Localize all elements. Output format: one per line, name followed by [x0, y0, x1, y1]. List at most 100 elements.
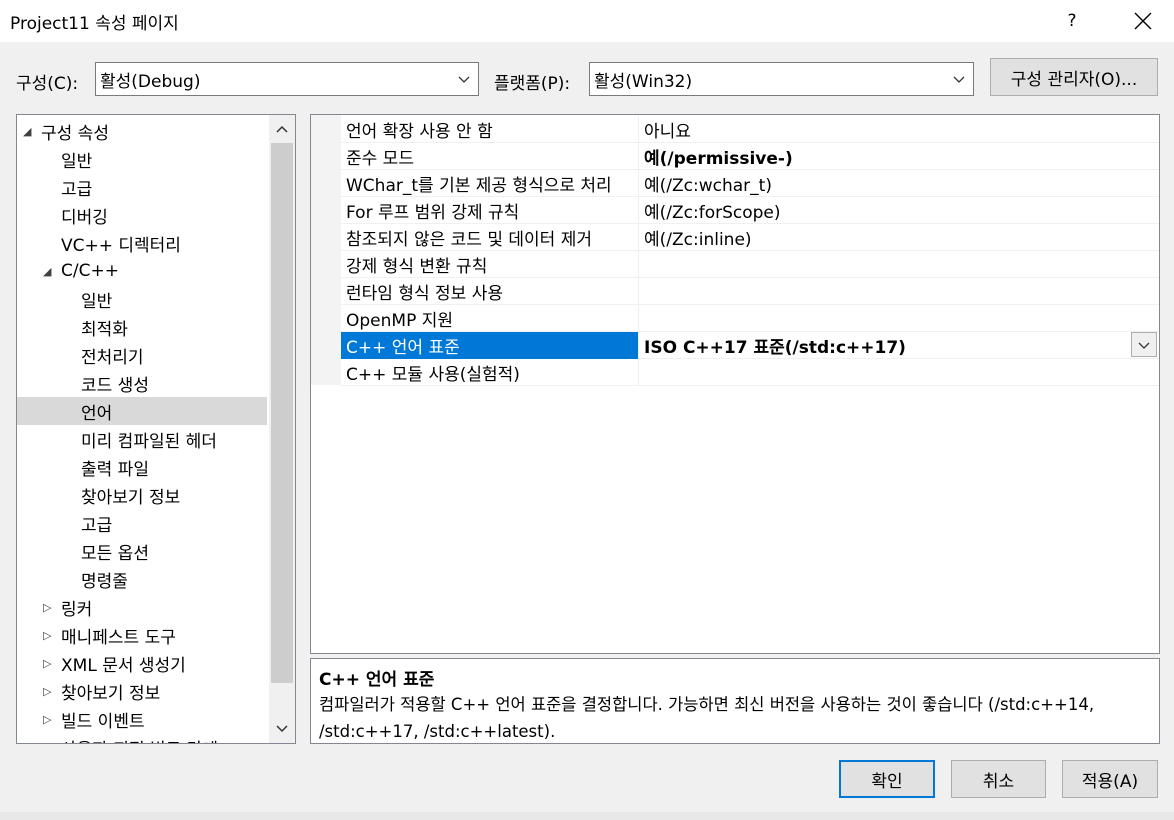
- tree-item-label: 찾아보기 정보: [61, 683, 161, 704]
- tree-item-label: 일반: [61, 151, 93, 172]
- tree-item[interactable]: 미리 컴파일된 헤더: [17, 425, 267, 453]
- tree-item[interactable]: 찾아보기 정보: [17, 481, 267, 509]
- property-value-text: 예(/Zc:forScope): [644, 203, 781, 223]
- tree-item[interactable]: ◢ 구성 속성: [17, 117, 267, 145]
- tree-scrollbar[interactable]: [269, 115, 295, 743]
- description-text: 컴파일러가 적용할 C++ 언어 표준을 결정합니다. 가능하면 최신 버전을 …: [319, 695, 1095, 741]
- property-row[interactable]: 강제 형식 변환 규칙: [341, 251, 1159, 278]
- tree-item-label: 일반: [81, 291, 113, 312]
- property-value-text: 아니요: [644, 122, 691, 142]
- tree-item-label: C/C++: [61, 261, 119, 281]
- cancel-button[interactable]: 취소: [951, 760, 1046, 798]
- tree-item-label: 전처리기: [81, 347, 144, 368]
- config-dropdown[interactable]: 활성(Debug): [95, 62, 479, 96]
- close-button[interactable]: [1120, 0, 1166, 42]
- collapsed-arrow-icon[interactable]: ▷: [43, 657, 51, 670]
- tree-item[interactable]: ◢ C/C++: [17, 257, 267, 285]
- scroll-thumb[interactable]: [271, 143, 293, 683]
- property-value[interactable]: 예(/Zc:forScope): [639, 197, 1159, 224]
- collapsed-arrow-icon[interactable]: ▷: [43, 713, 51, 726]
- tree-item[interactable]: 최적화: [17, 313, 267, 341]
- tree-item-label: XML 문서 생성기: [61, 655, 186, 676]
- close-icon: [1134, 12, 1152, 30]
- tree-item[interactable]: ▷ 사용자 지정 빌드 단계: [17, 733, 267, 744]
- tree-item-label: VC++ 디렉터리: [61, 235, 181, 256]
- config-manager-button[interactable]: 구성 관리자(O)...: [990, 58, 1158, 96]
- apply-button[interactable]: 적용(A): [1062, 760, 1158, 798]
- tree-item[interactable]: 전처리기: [17, 341, 267, 369]
- scroll-down-button[interactable]: [269, 715, 295, 741]
- property-value[interactable]: [639, 251, 1159, 278]
- tree-list: ◢ 구성 속성 일반 고급 디버깅 VC++ 디렉터리 ◢ C/C++ 일반 최적화 전처리기 코드 …: [17, 115, 269, 743]
- tree-item-label: 모든 옵션: [81, 543, 149, 564]
- tree-item[interactable]: 모든 옵션: [17, 537, 267, 565]
- property-row[interactable]: 준수 모드 예(/permissive-): [341, 143, 1159, 170]
- chevron-down-icon: [1138, 342, 1150, 349]
- tree-item[interactable]: ▷ 매니페스트 도구: [17, 621, 267, 649]
- property-row[interactable]: 언어 확장 사용 안 함 아니요: [341, 116, 1159, 143]
- chevron-down-icon: [458, 76, 470, 83]
- property-value[interactable]: [639, 305, 1159, 332]
- tree-item-label: 고급: [81, 515, 113, 536]
- description-panel: C++ 언어 표준 컴파일러가 적용할 C++ 언어 표준을 결정합니다. 가능…: [310, 658, 1160, 744]
- platform-label: 플랫폼(P):: [494, 74, 571, 94]
- tree-item-label: 매니페스트 도구: [61, 627, 176, 648]
- tree-item[interactable]: 고급: [17, 173, 267, 201]
- tree-item-label: 언어: [81, 403, 113, 424]
- property-value-text: 예(/permissive-): [644, 149, 793, 169]
- expanded-arrow-icon[interactable]: ◢: [43, 265, 51, 278]
- expanded-arrow-icon[interactable]: ◢: [23, 125, 31, 138]
- tree-item-label: 링커: [61, 599, 93, 620]
- property-row[interactable]: 참조되지 않은 코드 및 데이터 제거 예(/Zc:inline): [341, 224, 1159, 251]
- help-button[interactable]: ?: [1052, 0, 1092, 42]
- tree-item[interactable]: 언어: [17, 397, 267, 425]
- tree-item[interactable]: VC++ 디렉터리: [17, 229, 267, 257]
- property-name: C++ 모듈 사용(실험적): [341, 359, 639, 386]
- ok-button[interactable]: 확인: [839, 760, 935, 798]
- tree-item[interactable]: 명령줄: [17, 565, 267, 593]
- property-row[interactable]: C++ 모듈 사용(실험적): [341, 359, 1159, 386]
- property-row[interactable]: OpenMP 지원: [341, 305, 1159, 332]
- property-name: WChar_t를 기본 제공 형식으로 처리: [341, 170, 639, 197]
- property-value[interactable]: [639, 278, 1159, 305]
- property-value[interactable]: 예(/permissive-): [639, 143, 1159, 170]
- property-row[interactable]: WChar_t를 기본 제공 형식으로 처리 예(/Zc:wchar_t): [341, 170, 1159, 197]
- property-tree: ◢ 구성 속성 일반 고급 디버깅 VC++ 디렉터리 ◢ C/C++ 일반 최적화 전처리기 코드 …: [16, 114, 296, 744]
- property-value[interactable]: 예(/Zc:inline): [639, 224, 1159, 251]
- tree-item[interactable]: 출력 파일: [17, 453, 267, 481]
- scroll-up-button[interactable]: [269, 117, 295, 143]
- chevron-down-icon: [276, 725, 288, 733]
- property-value[interactable]: 예(/Zc:wchar_t): [639, 170, 1159, 197]
- collapsed-arrow-icon[interactable]: ▷: [43, 629, 51, 642]
- property-value[interactable]: ISO C++17 표준(/std:c++17): [639, 332, 1159, 359]
- grid-margin: [311, 115, 341, 385]
- tree-item[interactable]: ▷ XML 문서 생성기: [17, 649, 267, 677]
- collapsed-arrow-icon[interactable]: ▷: [43, 601, 51, 614]
- property-name: 런타임 형식 정보 사용: [341, 278, 639, 305]
- property-value-text: ISO C++17 표준(/std:c++17): [644, 338, 906, 358]
- config-label: 구성(C):: [16, 74, 79, 94]
- tree-item-label: 빌드 이벤트: [61, 711, 145, 732]
- collapsed-arrow-icon[interactable]: ▷: [43, 741, 51, 744]
- tree-item[interactable]: 일반: [17, 145, 267, 173]
- tree-item-label: 구성 속성: [41, 123, 109, 144]
- property-row[interactable]: For 루프 범위 강제 규칙 예(/Zc:forScope): [341, 197, 1159, 224]
- chevron-down-icon: [953, 76, 965, 83]
- tree-item[interactable]: 코드 생성: [17, 369, 267, 397]
- tree-item[interactable]: ▷ 찾아보기 정보: [17, 677, 267, 705]
- property-row[interactable]: C++ 언어 표준 ISO C++17 표준(/std:c++17): [341, 332, 1159, 359]
- collapsed-arrow-icon[interactable]: ▷: [43, 685, 51, 698]
- tree-item[interactable]: 일반: [17, 285, 267, 313]
- property-row[interactable]: 런타임 형식 정보 사용: [341, 278, 1159, 305]
- property-value[interactable]: [639, 359, 1159, 386]
- platform-dropdown[interactable]: 활성(Win32): [589, 62, 974, 96]
- property-value[interactable]: 아니요: [639, 116, 1159, 143]
- tree-item[interactable]: ▷ 빌드 이벤트: [17, 705, 267, 733]
- value-dropdown-button[interactable]: [1131, 332, 1157, 357]
- description-title: C++ 언어 표준: [319, 670, 435, 690]
- tree-item[interactable]: 디버깅: [17, 201, 267, 229]
- property-grid: 언어 확장 사용 안 함 아니요 준수 모드 예(/permissive-) WChar…: [310, 114, 1160, 654]
- tree-item[interactable]: 고급: [17, 509, 267, 537]
- tree-item[interactable]: ▷ 링커: [17, 593, 267, 621]
- platform-value: 활성(Win32): [594, 71, 693, 92]
